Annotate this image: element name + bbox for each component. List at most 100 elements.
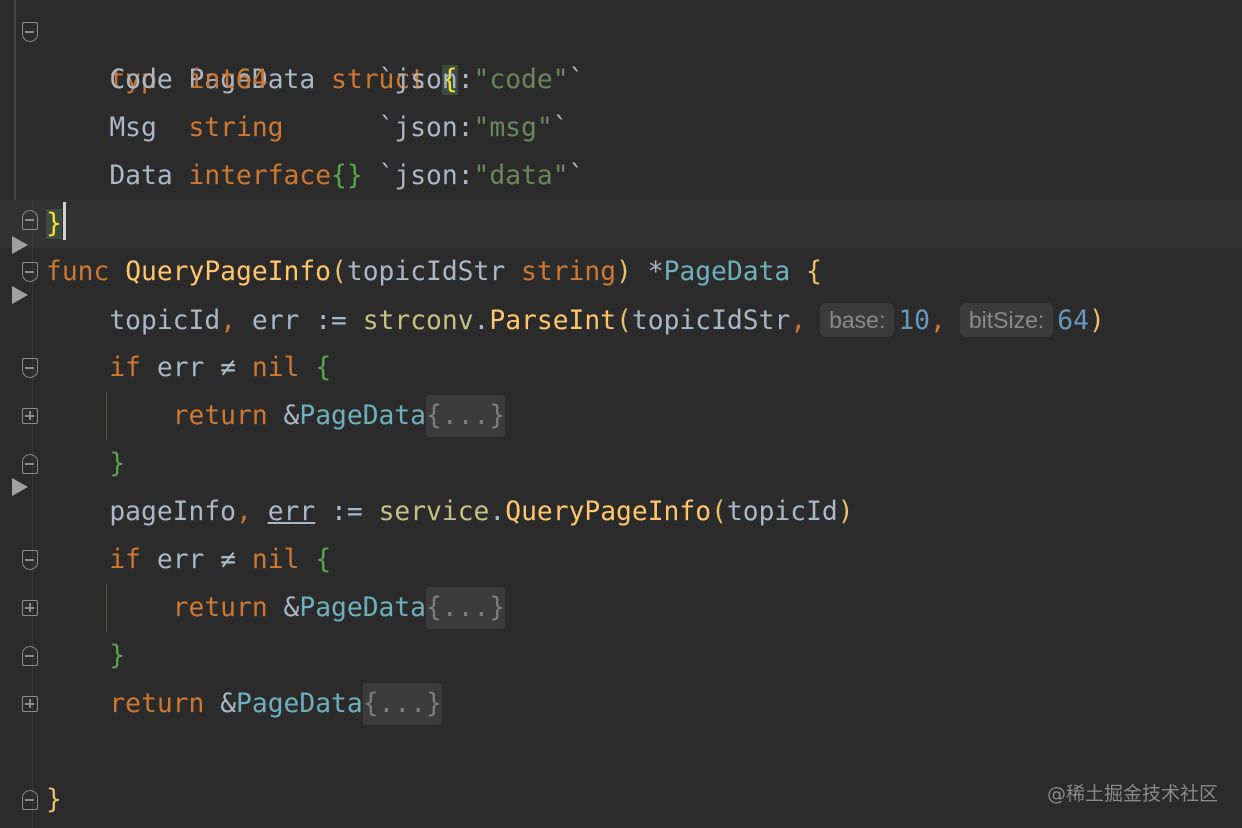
field-type: int64 — [188, 65, 268, 95]
fold-collapsed-icon[interactable] — [22, 408, 38, 424]
keyword: return — [172, 593, 268, 623]
number-literal: 64 — [1057, 306, 1089, 336]
field-name: Msg — [109, 113, 157, 143]
tag-close: ` — [568, 161, 585, 191]
code-line-6[interactable]: func QueryPageInfo(topicIdStr string) *P… — [46, 248, 822, 296]
tag-string: "code" — [473, 65, 569, 95]
code-line-13[interactable]: return &PageData{...} — [46, 584, 506, 632]
code-line-12[interactable]: if err ≠ nil { — [46, 536, 331, 584]
variable: err — [251, 306, 300, 336]
argument: topicIdStr — [631, 306, 791, 336]
type-name: PageData — [236, 689, 363, 719]
code-line-5[interactable]: } — [46, 200, 66, 248]
paren: ) — [616, 257, 632, 287]
fold-open-icon[interactable] — [22, 550, 38, 570]
fold-open-icon[interactable] — [22, 262, 38, 282]
brace: } — [109, 641, 126, 671]
fold-close-icon[interactable] — [22, 210, 38, 230]
brace: } — [46, 785, 62, 815]
brace: } — [46, 209, 62, 239]
fold-open-icon[interactable] — [22, 358, 38, 378]
function-name: QueryPageInfo — [125, 257, 332, 287]
code-line-15[interactable]: return &PageData{...} — [46, 680, 442, 728]
tag-open: `json: — [378, 161, 474, 191]
tag-open: `json: — [378, 113, 474, 143]
field-name: Data — [109, 161, 173, 191]
brace: { — [806, 257, 822, 287]
fold-close-icon[interactable] — [22, 646, 38, 666]
return-type: PageData — [663, 257, 791, 287]
code-line-1[interactable]: type PageData struct { — [46, 8, 458, 95]
fold-close-icon[interactable] — [22, 454, 38, 474]
tag-close: ` — [552, 113, 569, 143]
operator: ≠ — [220, 353, 237, 383]
code-line-17[interactable]: } — [46, 776, 62, 824]
code-line-8[interactable]: if err ≠ nil { — [46, 344, 331, 392]
brace: { — [315, 353, 332, 383]
function-call: QueryPageInfo — [505, 497, 712, 527]
code-line-2[interactable]: Code int64 `json:"code"` — [46, 56, 584, 104]
type-name: PageData — [299, 401, 427, 431]
field-type: interface — [188, 161, 332, 191]
code-line-10[interactable]: } — [46, 440, 125, 488]
paren: ) — [1088, 306, 1105, 336]
code-editor[interactable]: type PageData struct { Code int64 `json:… — [0, 0, 1242, 828]
tag-open: `json: — [378, 65, 474, 95]
code-line-7[interactable]: topicId, err := strconv.ParseInt(topicId… — [46, 296, 1105, 344]
text-caret — [62, 202, 66, 240]
fold-close-icon[interactable] — [22, 790, 38, 810]
keyword: func — [46, 257, 110, 287]
run-arrow-icon[interactable] — [12, 478, 28, 496]
function-call: ParseInt — [489, 306, 617, 336]
argument: topicId — [726, 497, 838, 527]
code-line-14[interactable]: } — [46, 632, 125, 680]
comma: , — [220, 306, 237, 336]
package-name: service — [378, 497, 490, 527]
tag-close: ` — [568, 65, 585, 95]
brace: { — [315, 545, 332, 575]
variable: err — [267, 497, 316, 527]
folded-code-block[interactable]: {...} — [426, 395, 506, 437]
code-line-11[interactable]: pageInfo, err := service.QueryPageInfo(t… — [46, 488, 854, 536]
fold-collapsed-icon[interactable] — [22, 696, 38, 712]
code-line-3[interactable]: Msg string `json:"msg"` — [46, 104, 569, 152]
comma: , — [236, 497, 252, 527]
interface-braces: {} — [331, 161, 363, 191]
dot: . — [473, 306, 490, 336]
folded-code-block[interactable]: {...} — [426, 587, 506, 629]
address-operator: & — [283, 593, 300, 623]
keyword: return — [172, 401, 268, 431]
operator: := — [315, 306, 347, 336]
folded-code-block[interactable]: {...} — [362, 683, 442, 725]
parameter-hint-base: base: — [820, 303, 895, 337]
tag-string: "data" — [473, 161, 569, 191]
keyword: nil — [251, 545, 300, 575]
type-name: PageData — [299, 593, 427, 623]
gutter-change-marker — [14, 0, 16, 200]
watermark: @稀土掘金技术社区 — [1046, 783, 1218, 805]
variable: pageInfo — [109, 497, 237, 527]
variable: err — [156, 545, 205, 575]
operator: ≠ — [220, 545, 237, 575]
operator: := — [331, 497, 363, 527]
address-operator: & — [283, 401, 300, 431]
address-operator: & — [220, 689, 237, 719]
field-name: Code — [109, 65, 173, 95]
current-line-highlight — [0, 200, 1242, 248]
paren: ) — [837, 497, 854, 527]
keyword: return — [109, 689, 205, 719]
package-name: strconv — [362, 306, 474, 336]
number-literal: 10 — [898, 306, 931, 336]
code-line-9[interactable]: return &PageData{...} — [46, 392, 506, 440]
fold-open-icon[interactable] — [22, 22, 38, 42]
comma: , — [790, 306, 807, 336]
run-arrow-icon[interactable] — [12, 236, 28, 254]
variable: err — [156, 353, 205, 383]
code-line-4[interactable]: Data interface{} `json:"data"` — [46, 152, 584, 200]
run-arrow-icon[interactable] — [12, 286, 28, 304]
paren: ( — [616, 306, 632, 336]
fold-collapsed-icon[interactable] — [22, 600, 38, 616]
gutter-line — [32, 200, 33, 828]
keyword: if — [109, 545, 142, 575]
parameter-hint-bitsize: bitSize: — [959, 303, 1054, 337]
